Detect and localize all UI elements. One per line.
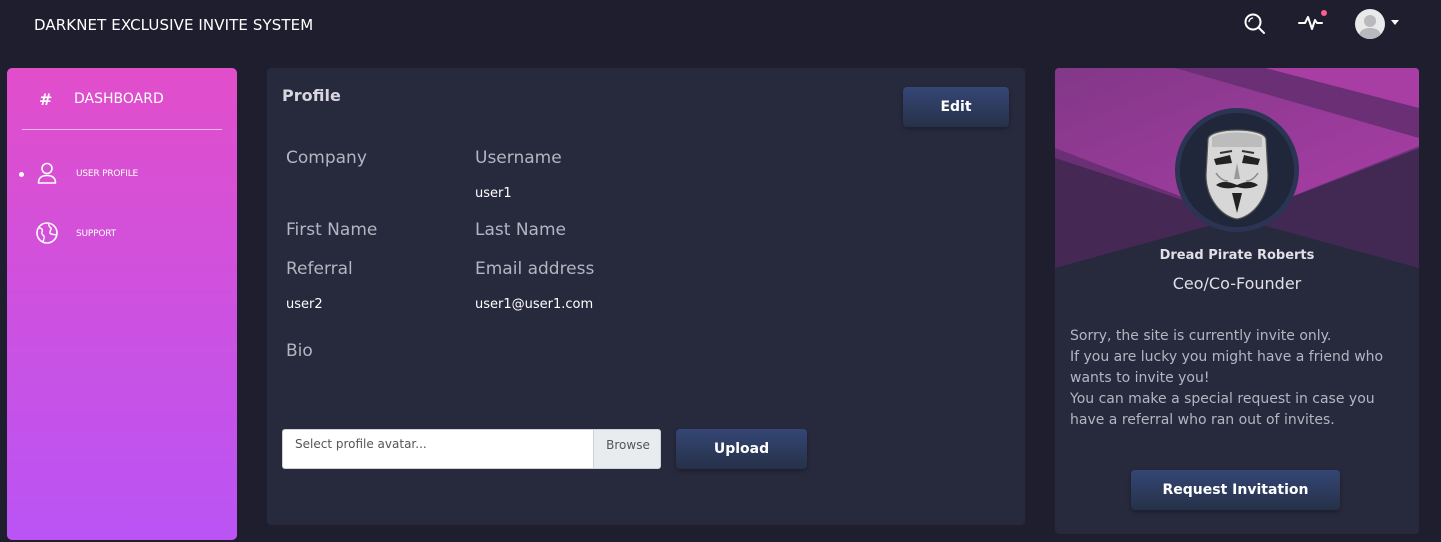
request-invitation-button[interactable]: Request Invitation [1131,470,1340,510]
description-line: have a referral who ran out of invites. [1070,412,1335,428]
email-value: user1@user1.com [475,297,594,312]
edit-button[interactable]: Edit [903,87,1009,127]
company-label: Company [286,148,367,168]
description-line: You can make a special request in case y… [1070,391,1375,407]
upload-button[interactable]: Upload [676,429,807,469]
sidebar-item-label: SUPPORT [76,229,116,239]
sidebar-item-dashboard[interactable]: # DASHBOARD [7,68,237,128]
bio-label: Bio [286,341,313,361]
username-value: user1 [475,186,512,201]
card-title: Profile [282,86,341,105]
avatar-file-field[interactable] [283,430,593,468]
browse-button[interactable]: Browse [593,430,660,468]
username-label: Username [475,148,562,168]
mask-icon [1180,113,1294,227]
brand-title[interactable]: DARKNET EXCLUSIVE INVITE SYSTEM [34,16,313,34]
referral-label: Referral [286,259,353,279]
top-navbar: DARKNET EXCLUSIVE INVITE SYSTEM [0,0,1441,52]
referral-value: user2 [286,297,323,312]
sidebar-divider [22,129,222,130]
description-line: Sorry, the site is currently invite only… [1070,328,1332,344]
last-name-label: Last Name [475,220,566,240]
sidebar-item-user-profile[interactable]: USER PROFILE [7,156,237,192]
email-label: Email address [475,259,595,279]
user-icon [37,162,57,184]
sidebar-item-label: DASHBOARD [74,91,164,107]
profile-photo [1175,108,1299,232]
chevron-down-icon [1391,20,1399,25]
avatar-file-input: Browse [282,429,661,469]
active-indicator [19,172,24,177]
user-card: Dread Pirate Roberts Ceo/Co-Founder Sorr… [1055,68,1419,534]
sidebar-item-support[interactable]: SUPPORT [7,216,237,252]
user-menu-button[interactable] [1355,9,1401,39]
description-line: If you are lucky you might have a friend… [1070,349,1384,365]
globe-icon [36,222,58,244]
search-icon[interactable] [1243,12,1267,36]
avatar [1355,9,1385,39]
description-line: wants to invite you! [1070,370,1210,386]
first-name-label: First Name [286,220,378,240]
user-description: Sorry, the site is currently invite only… [1070,326,1410,431]
hash-icon: # [39,90,53,109]
user-name: Dread Pirate Roberts [1159,248,1315,263]
sidebar: # DASHBOARD USER PROFILE SUPPORT [7,68,237,540]
profile-card: Profile Edit Company Username user1 Firs… [267,68,1025,525]
user-role: Ceo/Co-Founder [1172,274,1302,293]
notification-dot [1321,10,1327,16]
user-silhouette-icon [1358,15,1382,39]
sidebar-item-label: USER PROFILE [76,169,138,179]
